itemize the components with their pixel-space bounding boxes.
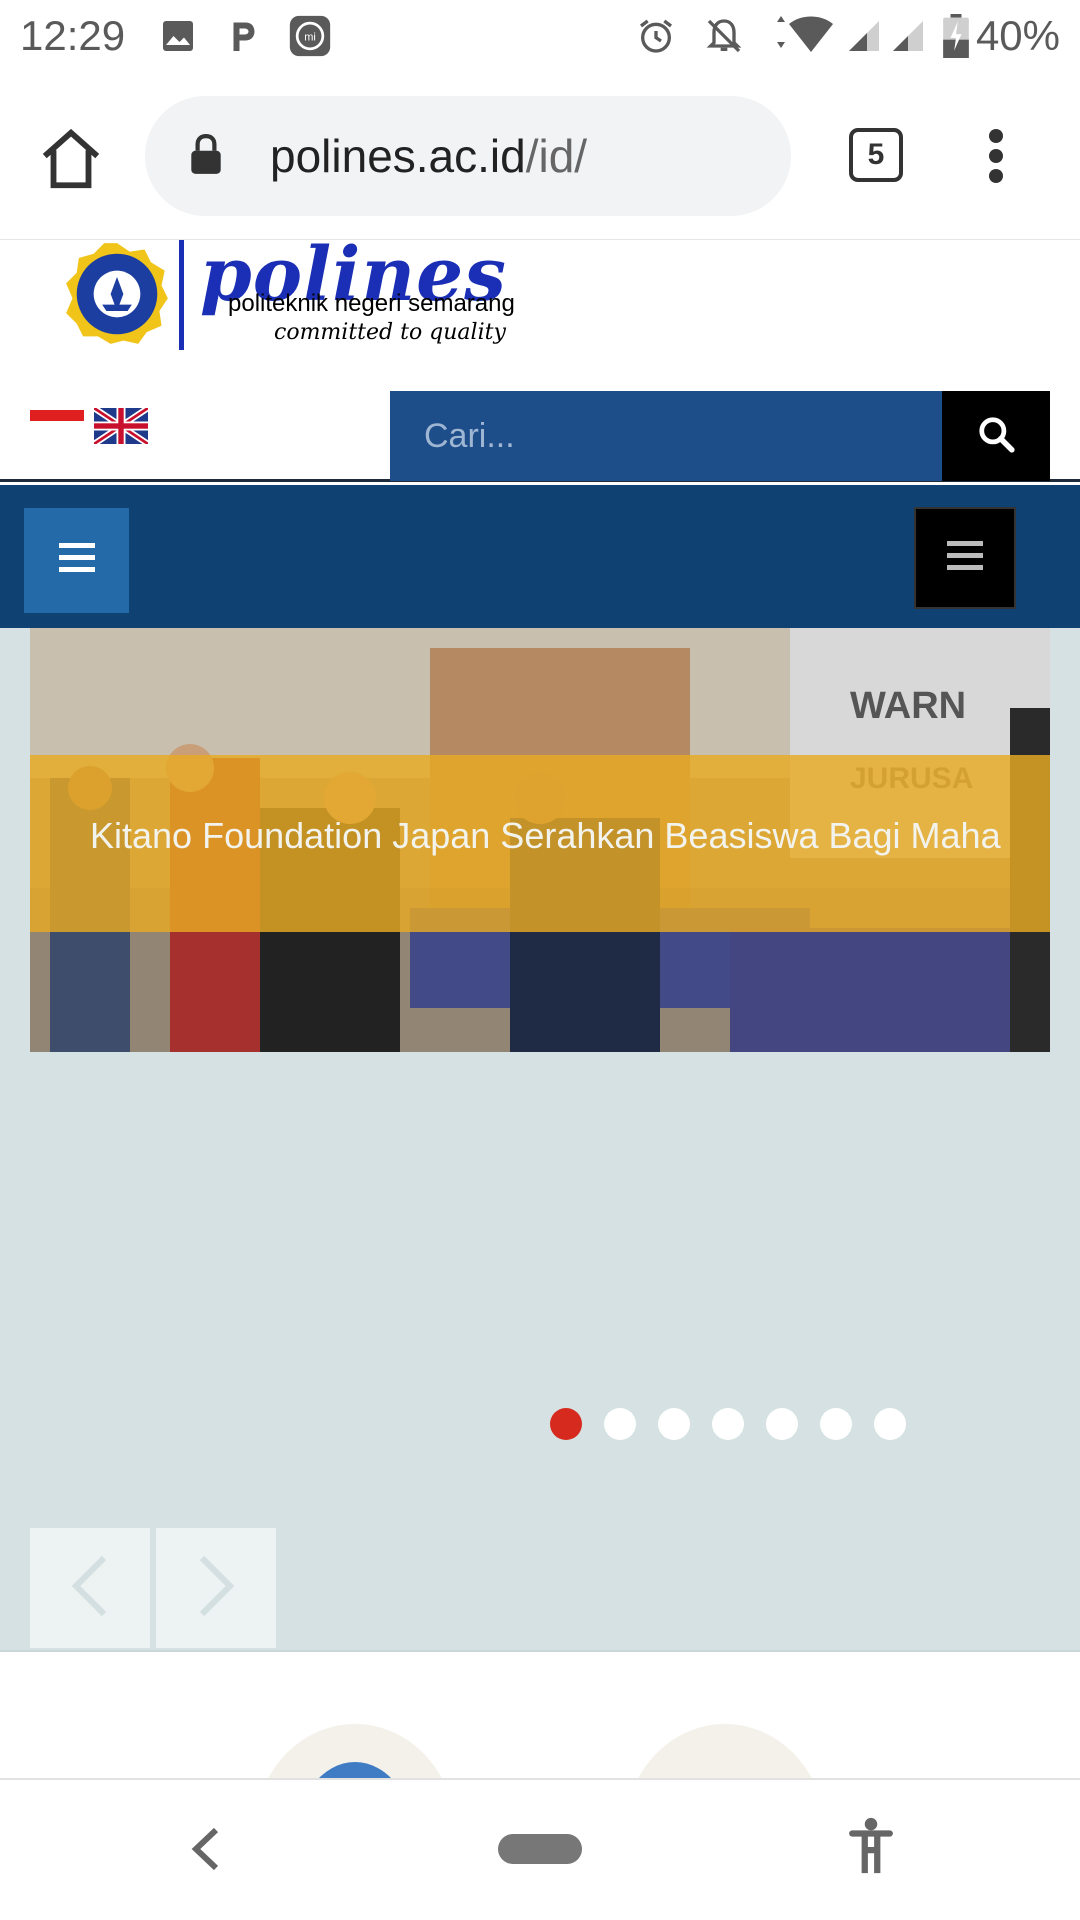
site-logo[interactable]: polines politeknik negeri semarang commi… (60, 232, 540, 353)
status-bar: 12:29 mi 40% (0, 0, 1080, 76)
slider-pagination (550, 1408, 906, 1440)
slider-dot[interactable] (766, 1408, 798, 1440)
home-pill[interactable] (498, 1834, 582, 1864)
slider-dot[interactable] (712, 1408, 744, 1440)
gallery-icon (156, 14, 200, 58)
search-input[interactable] (390, 391, 942, 481)
slider-next-button[interactable] (156, 1528, 276, 1648)
svg-text:WARN: WARN (850, 685, 966, 727)
main-nav-bar (0, 485, 1080, 628)
logo-subtitle: politeknik negeri semarang (228, 290, 515, 317)
tab-count: 5 (867, 138, 885, 171)
news-slider: WARN JURUSA Kitano Foundation Japan Sera… (0, 628, 1080, 1650)
browser-toolbar: polines.ac.id/id/ 5 (0, 76, 1080, 240)
slide-image[interactable]: WARN JURUSA Kitano Foundation Japan Sera… (30, 628, 1050, 1052)
slide-caption-band: Kitano Foundation Japan Serahkan Beasisw… (30, 755, 1050, 932)
chevron-right-icon (194, 1554, 238, 1623)
svg-text:mi: mi (304, 32, 316, 44)
accessibility-icon[interactable] (846, 1816, 896, 1881)
search-icon (977, 415, 1015, 458)
slider-dot[interactable] (658, 1408, 690, 1440)
notifications-off-icon (702, 14, 746, 58)
menu-button-left[interactable] (24, 508, 129, 613)
slider-dot[interactable] (820, 1408, 852, 1440)
content-section (0, 1650, 1080, 1778)
slide-caption[interactable]: Kitano Foundation Japan Serahkan Beasisw… (90, 815, 1001, 857)
mi-app-icon: mi (288, 14, 332, 58)
section-icons-peek (268, 1724, 812, 1778)
search-box (390, 391, 942, 481)
battery-charging-icon (938, 14, 974, 58)
signal-icon-2 (886, 14, 930, 58)
polines-emblem-icon (64, 240, 170, 353)
battery-percentage: 40% (975, 12, 1060, 59)
wifi-icon (768, 14, 838, 58)
home-icon[interactable] (36, 124, 106, 194)
site-header: polines politeknik negeri semarang commi… (0, 232, 1080, 482)
alarm-icon (634, 14, 678, 58)
tabs-button[interactable]: 5 (849, 128, 903, 182)
logo-divider (179, 240, 184, 350)
url-path: /id/ (525, 130, 588, 182)
p-app-icon (222, 14, 266, 58)
back-icon[interactable] (188, 1824, 224, 1879)
search-button[interactable] (942, 391, 1050, 481)
slider-dot[interactable] (550, 1408, 582, 1440)
lock-icon[interactable] (189, 133, 223, 181)
status-time: 12:29 (20, 12, 126, 59)
hamburger-icon (947, 540, 983, 576)
flag-english[interactable] (92, 405, 150, 447)
slider-prev-button[interactable] (30, 1528, 150, 1648)
url-domain: polines.ac.id (270, 130, 526, 182)
more-vert-icon[interactable] (974, 126, 1018, 186)
slider-dot[interactable] (874, 1408, 906, 1440)
url-text[interactable]: polines.ac.id/id/ (270, 129, 587, 183)
signal-icon (842, 14, 886, 58)
slider-dot[interactable] (604, 1408, 636, 1440)
hamburger-icon (58, 543, 95, 578)
address-bar[interactable]: polines.ac.id/id/ (145, 96, 791, 216)
menu-button-right[interactable] (914, 507, 1016, 609)
flag-indonesia[interactable] (30, 410, 84, 432)
chevron-left-icon (68, 1554, 112, 1623)
logo-tagline: committed to quality (274, 320, 506, 345)
system-navigation-bar (0, 1778, 1080, 1920)
